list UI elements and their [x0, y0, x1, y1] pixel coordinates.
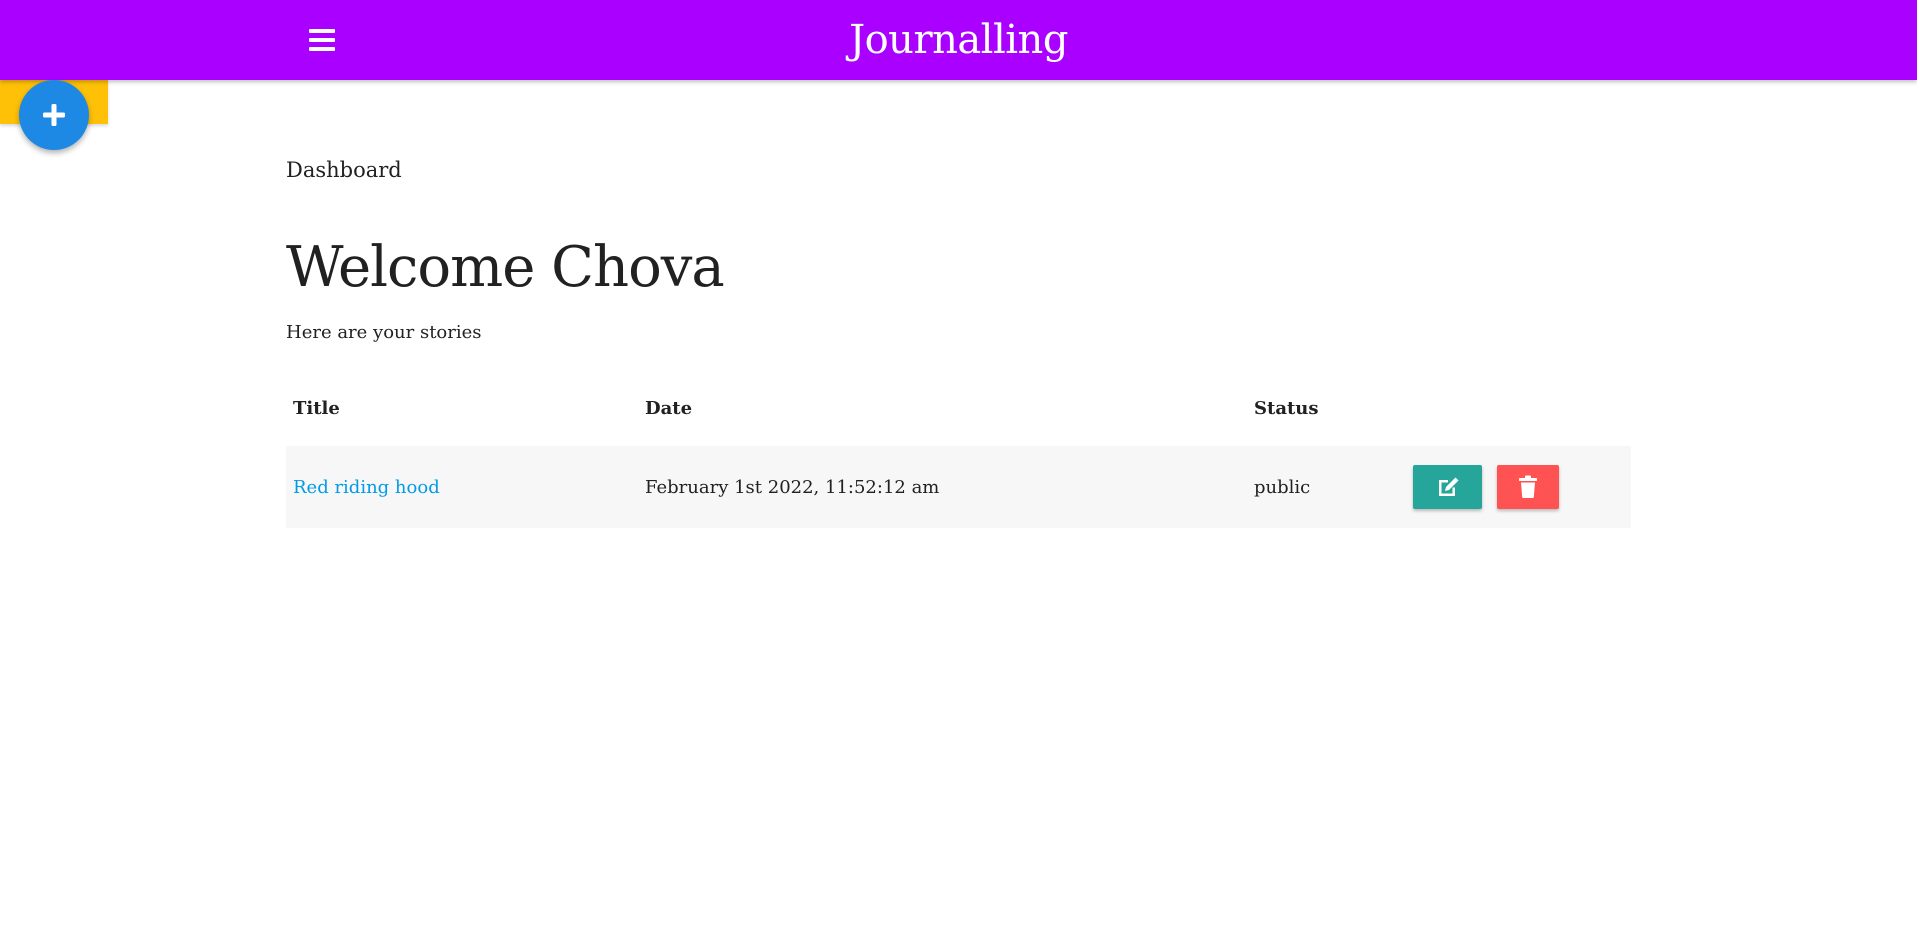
table-header-row: Title Date Status [286, 370, 1631, 446]
brand-logo[interactable]: Journalling [0, 14, 1917, 66]
edit-story-button[interactable] [1413, 465, 1482, 509]
column-header-actions [1405, 370, 1631, 446]
breadcrumb: Dashboard [286, 158, 402, 182]
story-title-link[interactable]: Red riding hood [293, 477, 440, 498]
top-navbar: Journalling [0, 0, 1917, 80]
column-header-status: Status [1254, 397, 1319, 419]
delete-story-button[interactable] [1496, 465, 1559, 509]
story-actions-cell [1405, 446, 1631, 528]
page-subtitle: Here are your stories [286, 322, 482, 343]
table-row: Red riding hood February 1st 2022, 11:52… [286, 446, 1631, 528]
column-header-date: Date [645, 397, 693, 419]
stories-table: Title Date Status Red riding hood Februa… [286, 370, 1631, 528]
column-header-title: Title [293, 397, 340, 419]
story-date-cell: February 1st 2022, 11:52:12 am [638, 446, 1247, 528]
story-status-cell: public [1247, 446, 1405, 528]
page-title: Welcome Chova [286, 235, 725, 300]
story-title-cell: Red riding hood [286, 446, 638, 528]
add-story-button[interactable] [19, 80, 89, 150]
